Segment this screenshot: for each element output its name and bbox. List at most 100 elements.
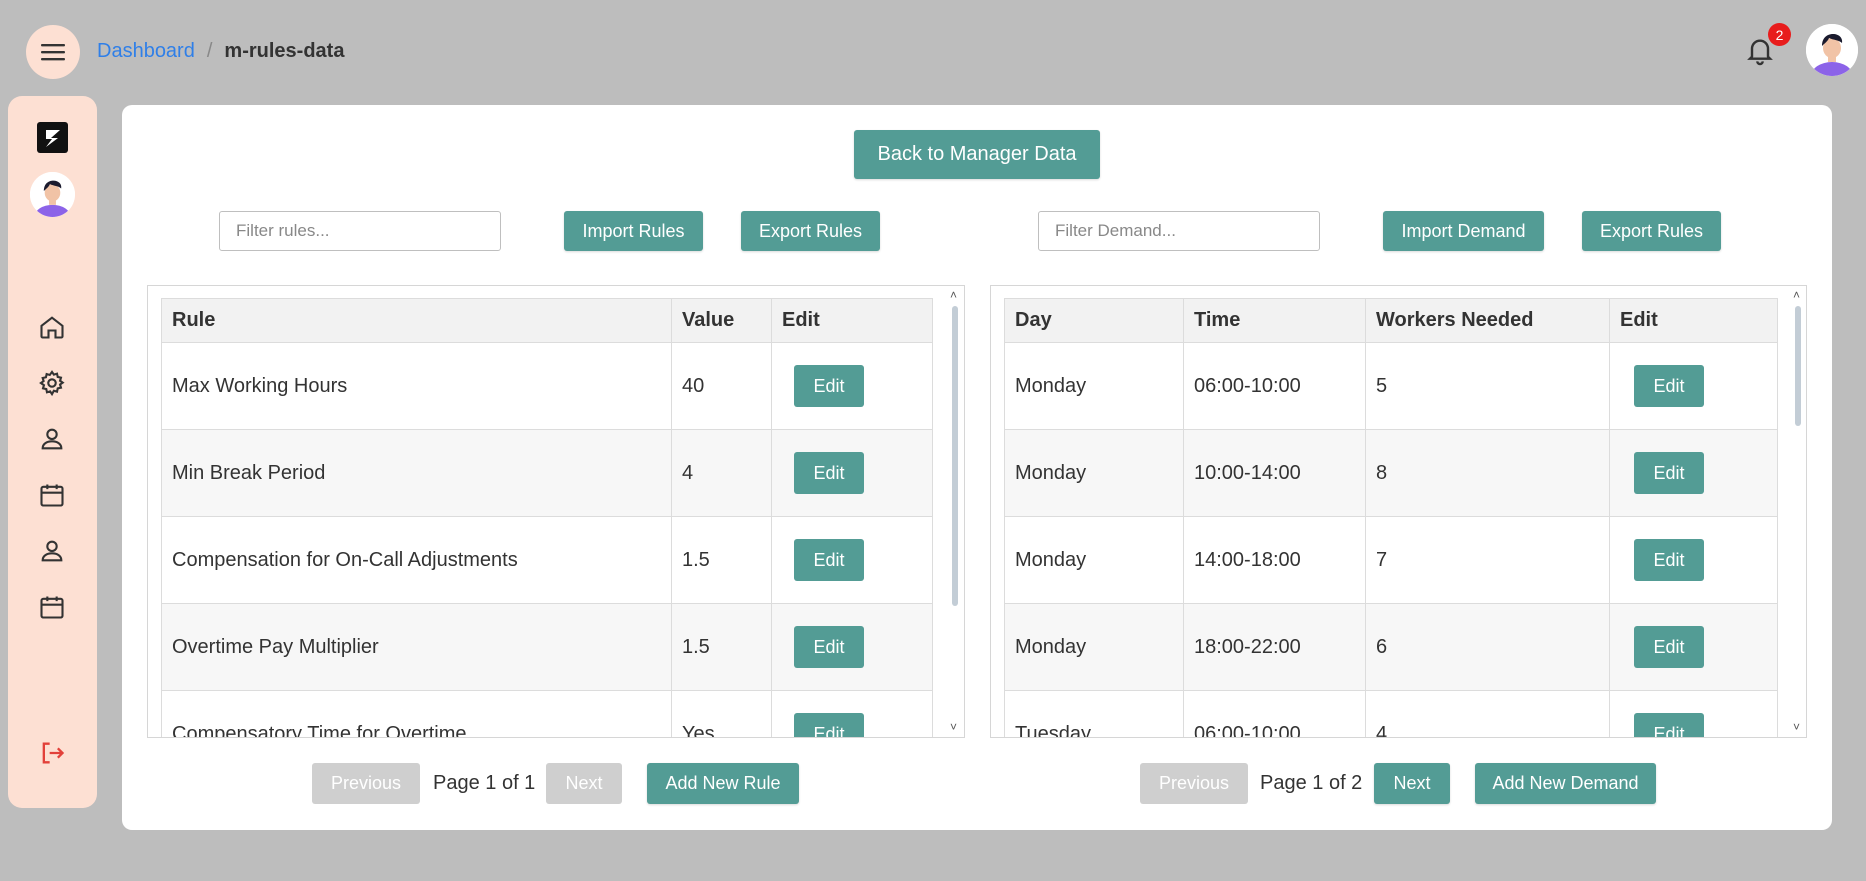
user-avatar[interactable] [1806, 24, 1858, 76]
back-to-manager-data-button[interactable]: Back to Manager Data [854, 130, 1100, 179]
filter-rules-input[interactable] [219, 211, 501, 251]
workers-cell: 5 [1365, 342, 1610, 430]
time-cell: 18:00-22:00 [1183, 603, 1366, 691]
home-icon [40, 316, 64, 339]
rules-table-container[interactable]: Rule Value Edit Max Working Hours 40 Edi… [147, 285, 965, 738]
calendar-icon [40, 484, 64, 507]
add-new-demand-button[interactable]: Add New Demand [1475, 763, 1656, 804]
column-header-workers-needed[interactable]: Workers Needed [1365, 298, 1610, 343]
table-row: Monday 14:00-18:00 7 Edit [1004, 516, 1778, 604]
demand-edit-cell: Edit [1609, 516, 1778, 604]
demand-previous-button[interactable]: Previous [1140, 763, 1248, 804]
sidebar-item-schedule[interactable] [38, 593, 66, 621]
rules-table: Rule Value Edit Max Working Hours 40 Edi… [161, 298, 933, 737]
demand-edit-cell: Edit [1609, 429, 1778, 517]
user-icon [41, 428, 63, 450]
breadcrumb-dashboard-link[interactable]: Dashboard [97, 40, 195, 63]
demand-edit-cell: Edit [1609, 603, 1778, 691]
scroll-down-icon[interactable]: ˅ [950, 720, 957, 734]
rule-value-cell: 40 [671, 342, 772, 430]
day-cell: Monday [1004, 342, 1184, 430]
sidebar-avatar[interactable] [30, 172, 75, 217]
rules-previous-button[interactable]: Previous [312, 763, 420, 804]
table-row: Overtime Pay Multiplier 1.5 Edit [161, 603, 933, 691]
column-header-rule[interactable]: Rule [161, 298, 672, 343]
scroll-up-icon[interactable]: ˄ [950, 288, 957, 302]
edit-rule-button[interactable]: Edit [794, 452, 864, 494]
sidebar-item-settings[interactable] [38, 369, 66, 397]
rule-value-cell: Yes [671, 690, 772, 737]
table-row: Monday 10:00-14:00 8 Edit [1004, 429, 1778, 517]
demand-edit-cell: Edit [1609, 690, 1778, 737]
calendar-icon [40, 596, 64, 619]
table-row: Max Working Hours 40 Edit [161, 342, 933, 430]
time-cell: 06:00-10:00 [1183, 690, 1366, 737]
edit-rule-button[interactable]: Edit [794, 539, 864, 581]
breadcrumb-separator: / [206, 40, 213, 62]
edit-rule-button[interactable]: Edit [794, 626, 864, 668]
table-row: Min Break Period 4 Edit [161, 429, 933, 517]
demand-page-indicator: Page 1 of 2 [1260, 772, 1363, 794]
day-cell: Monday [1004, 429, 1184, 517]
table-row: Monday 06:00-10:00 5 Edit [1004, 342, 1778, 430]
rule-edit-cell: Edit [771, 429, 933, 517]
rule-name-cell: Min Break Period [161, 429, 672, 517]
scroll-up-icon[interactable]: ˄ [1793, 288, 1800, 302]
demand-table-header: Day Time Workers Needed Edit [1004, 298, 1778, 343]
rules-scrollbar[interactable] [952, 306, 958, 606]
export-demand-button[interactable]: Export Rules [1582, 211, 1721, 251]
demand-edit-cell: Edit [1609, 342, 1778, 430]
rule-value-cell: 4 [671, 429, 772, 517]
day-cell: Monday [1004, 603, 1184, 691]
menu-button[interactable] [26, 25, 80, 79]
workers-cell: 4 [1365, 690, 1610, 737]
sidebar-item-users[interactable] [38, 537, 66, 565]
column-header-time[interactable]: Time [1183, 298, 1366, 343]
export-rules-button[interactable]: Export Rules [741, 211, 880, 251]
sidebar-item-calendar[interactable] [38, 481, 66, 509]
rules-page-indicator: Page 1 of 1 [433, 772, 536, 794]
time-cell: 06:00-10:00 [1183, 342, 1366, 430]
import-demand-button[interactable]: Import Demand [1383, 211, 1544, 251]
scroll-down-icon[interactable]: ˅ [1793, 720, 1800, 734]
table-row: Tuesday 06:00-10:00 4 Edit [1004, 690, 1778, 737]
column-header-day[interactable]: Day [1004, 298, 1184, 343]
workers-cell: 7 [1365, 516, 1610, 604]
day-cell: Tuesday [1004, 690, 1184, 737]
sidebar-item-profile[interactable] [38, 425, 66, 453]
rule-edit-cell: Edit [771, 342, 933, 430]
rules-next-button[interactable]: Next [546, 763, 622, 804]
edit-demand-button[interactable]: Edit [1634, 713, 1704, 737]
sidebar-item-home[interactable] [38, 313, 66, 341]
table-row: Monday 18:00-22:00 6 Edit [1004, 603, 1778, 691]
demand-table: Day Time Workers Needed Edit Monday 06:0… [1004, 298, 1778, 737]
time-cell: 14:00-18:00 [1183, 516, 1366, 604]
table-row: Compensatory Time for Overtime Yes Edit [161, 690, 933, 737]
sidebar-item-logout[interactable] [38, 739, 66, 767]
demand-scrollbar[interactable] [1795, 306, 1801, 426]
app-logo [37, 122, 68, 153]
avatar-icon [30, 172, 75, 217]
column-header-value[interactable]: Value [671, 298, 772, 343]
notification-badge: 2 [1768, 23, 1791, 46]
edit-rule-button[interactable]: Edit [794, 713, 864, 737]
logo-icon [45, 129, 60, 147]
rule-value-cell: 1.5 [671, 516, 772, 604]
edit-demand-button[interactable]: Edit [1634, 626, 1704, 668]
demand-table-container[interactable]: Day Time Workers Needed Edit Monday 06:0… [990, 285, 1807, 738]
logout-icon [42, 742, 65, 764]
add-new-rule-button[interactable]: Add New Rule [647, 763, 799, 804]
rule-edit-cell: Edit [771, 690, 933, 737]
demand-next-button[interactable]: Next [1374, 763, 1450, 804]
breadcrumb-current: m-rules-data [224, 40, 345, 62]
workers-cell: 6 [1365, 603, 1610, 691]
edit-rule-button[interactable]: Edit [794, 365, 864, 407]
edit-demand-button[interactable]: Edit [1634, 539, 1704, 581]
filter-demand-input[interactable] [1038, 211, 1320, 251]
rule-value-cell: 1.5 [671, 603, 772, 691]
column-header-edit: Edit [771, 298, 933, 343]
edit-demand-button[interactable]: Edit [1634, 452, 1704, 494]
avatar-icon [1806, 24, 1858, 76]
edit-demand-button[interactable]: Edit [1634, 365, 1704, 407]
import-rules-button[interactable]: Import Rules [564, 211, 703, 251]
